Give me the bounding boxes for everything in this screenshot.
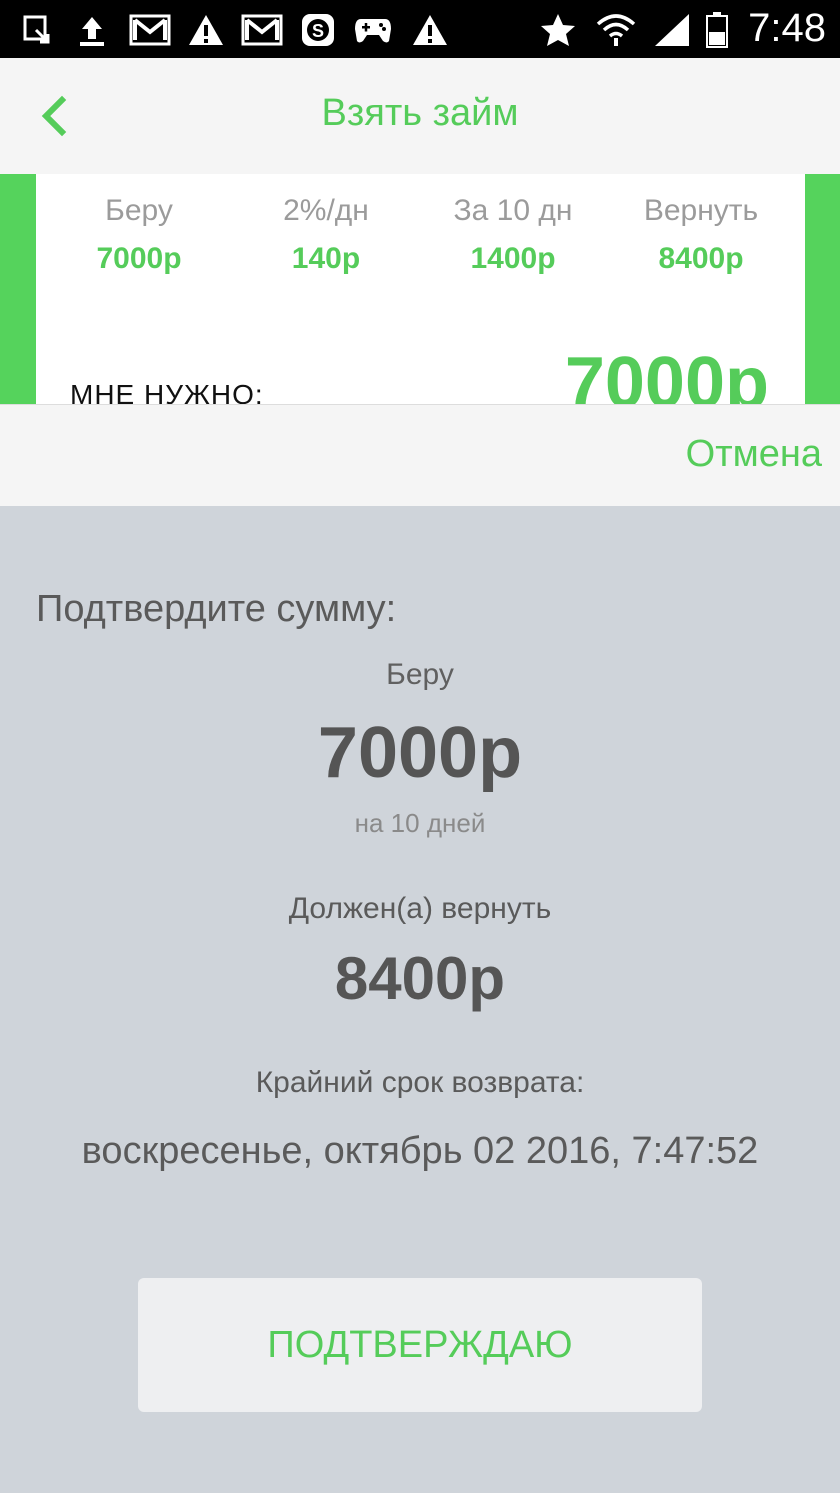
confirm-button[interactable]: ПОДТВЕРЖДАЮ — [138, 1278, 702, 1412]
status-bar: S 7:48 — [0, 0, 840, 58]
summary-interest: За 10 дн 1400р — [418, 194, 608, 276]
summary-rate: 2%/дн 140р — [231, 194, 421, 276]
summary-label: Вернуть — [643, 194, 759, 227]
page-title: Взять займ — [321, 92, 519, 134]
summary-value: 8400р — [658, 242, 744, 275]
need-value: 7000р — [564, 343, 769, 404]
summary-label: Беру — [105, 194, 173, 227]
take-amount: 7000р — [317, 713, 523, 793]
warning-icon — [410, 12, 450, 48]
return-amount: 8400р — [334, 945, 506, 1012]
signal-icon — [652, 12, 692, 48]
summary-value: 1400р — [470, 242, 556, 275]
summary-label: 2%/дн — [283, 194, 369, 227]
gmail-icon — [128, 12, 172, 48]
gmail-icon — [240, 12, 284, 48]
download-icon — [20, 12, 56, 48]
take-label: Беру — [386, 658, 454, 691]
star-icon — [538, 12, 578, 48]
loan-summary-strip: Беру 7000р 2%/дн 140р За 10 дн 1400р Вер… — [0, 174, 840, 404]
loan-summary-card: Беру 7000р 2%/дн 140р За 10 дн 1400р Вер… — [36, 174, 805, 404]
skype-icon: S — [298, 12, 338, 48]
svg-text:S: S — [312, 21, 324, 41]
upload-icon — [74, 12, 110, 48]
app-header: Взять займ — [0, 58, 840, 174]
return-label: Должен(а) вернуть — [288, 892, 552, 925]
summary-value: 7000р — [96, 242, 182, 275]
warning-icon — [186, 12, 226, 48]
dialog-action-bar: Отмена — [0, 404, 840, 506]
deadline-label: Крайний срок возврата: — [255, 1066, 585, 1099]
cancel-button[interactable]: Отмена — [686, 433, 822, 476]
summary-return: Вернуть 8400р — [606, 194, 796, 276]
status-time: 7:48 — [748, 6, 826, 50]
summary-take: Беру 7000р — [44, 194, 234, 276]
gamepad-icon — [352, 12, 394, 48]
battery-icon — [704, 12, 730, 48]
summary-label: За 10 дн — [453, 194, 573, 227]
summary-value: 140р — [291, 242, 361, 275]
loan-term: на 10 дней — [354, 808, 486, 838]
wifi-icon — [594, 12, 638, 48]
need-label: МНЕ НУЖНО: — [70, 379, 264, 404]
deadline-value: воскресенье, октябрь 02 2016, 7:47:52 — [81, 1130, 759, 1172]
confirm-title: Подтвердите сумму: — [36, 588, 397, 630]
